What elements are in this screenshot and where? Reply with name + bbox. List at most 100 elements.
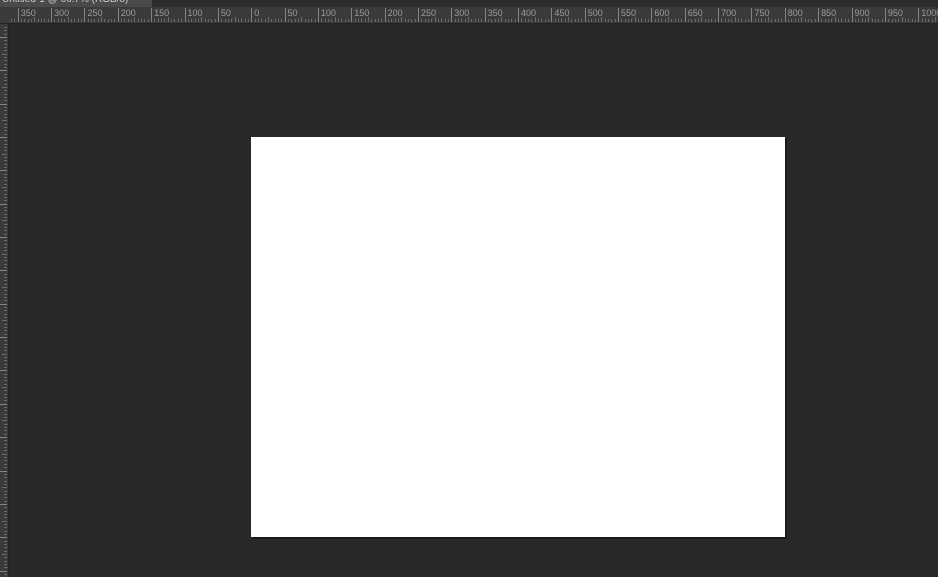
h-ruler-minor-tick (414, 19, 416, 22)
v-ruler-minor-tick (4, 43, 7, 45)
v-ruler-minor-tick (4, 106, 7, 108)
v-ruler-minor-tick (4, 33, 7, 35)
v-ruler-minor-tick (4, 550, 7, 552)
h-ruler-minor-tick (347, 19, 349, 22)
v-ruler-minor-tick (2, 253, 7, 255)
h-ruler-minor-tick (754, 19, 756, 22)
h-ruler-minor-tick (878, 19, 880, 22)
h-ruler-minor-tick (898, 19, 900, 22)
h-ruler-minor-tick (34, 17, 36, 22)
v-ruler-minor-tick (4, 257, 7, 259)
v-ruler-minor-tick (4, 483, 7, 485)
v-ruler-minor-tick (4, 283, 7, 285)
h-ruler-minor-tick (734, 17, 736, 22)
v-ruler-minor-tick (4, 333, 7, 335)
v-ruler-minor-tick (4, 26, 7, 28)
h-ruler-minor-tick (44, 19, 46, 22)
h-ruler-minor-tick (611, 19, 613, 22)
h-ruler-minor-tick (131, 19, 133, 22)
h-ruler-minor-tick (231, 19, 233, 22)
v-ruler-minor-tick (4, 527, 7, 529)
document-canvas[interactable] (251, 137, 785, 537)
v-ruler-minor-tick (4, 407, 7, 409)
document-tab[interactable]: Untitled-1 @ 66.7% (RGB/8) (0, 0, 152, 7)
h-ruler-minor-tick (291, 19, 293, 22)
v-ruler-minor-tick (4, 380, 7, 382)
h-ruler-major-tick (384, 8, 386, 22)
h-ruler-minor-tick (694, 19, 696, 22)
v-ruler-minor-tick (4, 493, 7, 495)
h-ruler-minor-tick (477, 19, 479, 22)
h-ruler-minor-tick (364, 19, 366, 22)
h-ruler-minor-tick (307, 19, 309, 22)
h-ruler-major-tick (84, 8, 86, 22)
v-ruler-major-tick (0, 170, 7, 172)
h-ruler-minor-tick (714, 19, 716, 22)
h-ruler-minor-tick (357, 19, 359, 22)
h-ruler-minor-tick (264, 19, 266, 22)
h-ruler-minor-tick (768, 17, 770, 22)
h-ruler-major-tick (851, 8, 853, 22)
h-ruler-minor-tick (688, 19, 690, 22)
v-ruler-minor-tick (4, 116, 7, 118)
v-ruler-minor-tick (4, 313, 7, 315)
h-ruler-major-tick (651, 8, 653, 22)
h-ruler-minor-tick (374, 19, 376, 22)
h-ruler-minor-tick (401, 17, 403, 22)
v-ruler-minor-tick (4, 63, 7, 65)
h-ruler-minor-tick (181, 19, 183, 22)
v-ruler-major-tick (0, 237, 7, 239)
h-ruler-major-tick (17, 8, 19, 22)
vertical-ruler[interactable] (0, 24, 9, 577)
v-ruler-major-tick (0, 303, 7, 305)
h-ruler-minor-tick (97, 19, 99, 22)
h-ruler-minor-tick (778, 19, 780, 22)
h-ruler-minor-tick (674, 19, 676, 22)
v-ruler-minor-tick (4, 560, 7, 562)
pasteboard (0, 24, 938, 577)
h-ruler-minor-tick (571, 19, 573, 22)
h-ruler-minor-tick (91, 19, 93, 22)
v-ruler-minor-tick (4, 547, 7, 549)
h-ruler-minor-tick (111, 19, 113, 22)
h-ruler-minor-tick (931, 19, 933, 22)
horizontal-ruler[interactable]: 350 300 250 200 150 100 50 0 50 100 150 200 250 300 35… (0, 7, 938, 24)
v-ruler-minor-tick (4, 157, 7, 158)
h-ruler-minor-tick (171, 19, 173, 22)
v-ruler-minor-tick (4, 167, 7, 168)
v-ruler-minor-tick (4, 143, 7, 145)
h-ruler-minor-tick (848, 19, 850, 22)
v-ruler-major-tick (0, 203, 7, 205)
h-ruler-minor-tick (234, 17, 236, 22)
h-ruler-minor-tick (237, 19, 239, 22)
h-ruler-minor-tick (591, 19, 593, 22)
v-ruler-minor-tick (4, 327, 7, 329)
h-ruler-major-tick (451, 8, 453, 22)
h-ruler-minor-tick (327, 19, 329, 22)
h-ruler-minor-tick (868, 17, 870, 22)
h-ruler-minor-tick (648, 19, 650, 22)
h-ruler-minor-tick (871, 19, 873, 22)
v-ruler-minor-tick (4, 30, 7, 32)
v-ruler-minor-tick (4, 347, 7, 349)
v-ruler-minor-tick (4, 177, 7, 179)
h-ruler-minor-tick (164, 19, 166, 22)
h-ruler-major-tick (151, 8, 153, 22)
v-ruler-minor-tick (4, 210, 7, 212)
h-ruler-minor-tick (274, 19, 276, 22)
h-ruler-minor-tick (668, 17, 670, 22)
h-ruler-major-tick (251, 8, 253, 22)
v-ruler-minor-tick (4, 573, 7, 575)
v-ruler-major-tick (0, 403, 7, 405)
v-ruler-minor-tick (4, 307, 7, 309)
h-ruler-minor-tick (814, 19, 816, 22)
h-ruler-minor-tick (221, 19, 223, 22)
h-ruler-minor-tick (77, 19, 79, 22)
v-ruler-minor-tick (4, 96, 7, 98)
v-ruler-minor-tick (2, 86, 7, 88)
v-ruler-minor-tick (4, 463, 7, 465)
h-ruler-minor-tick (504, 19, 506, 22)
h-ruler-minor-tick (161, 19, 163, 22)
h-ruler-minor-tick (624, 19, 626, 22)
h-ruler-major-tick (784, 8, 786, 22)
